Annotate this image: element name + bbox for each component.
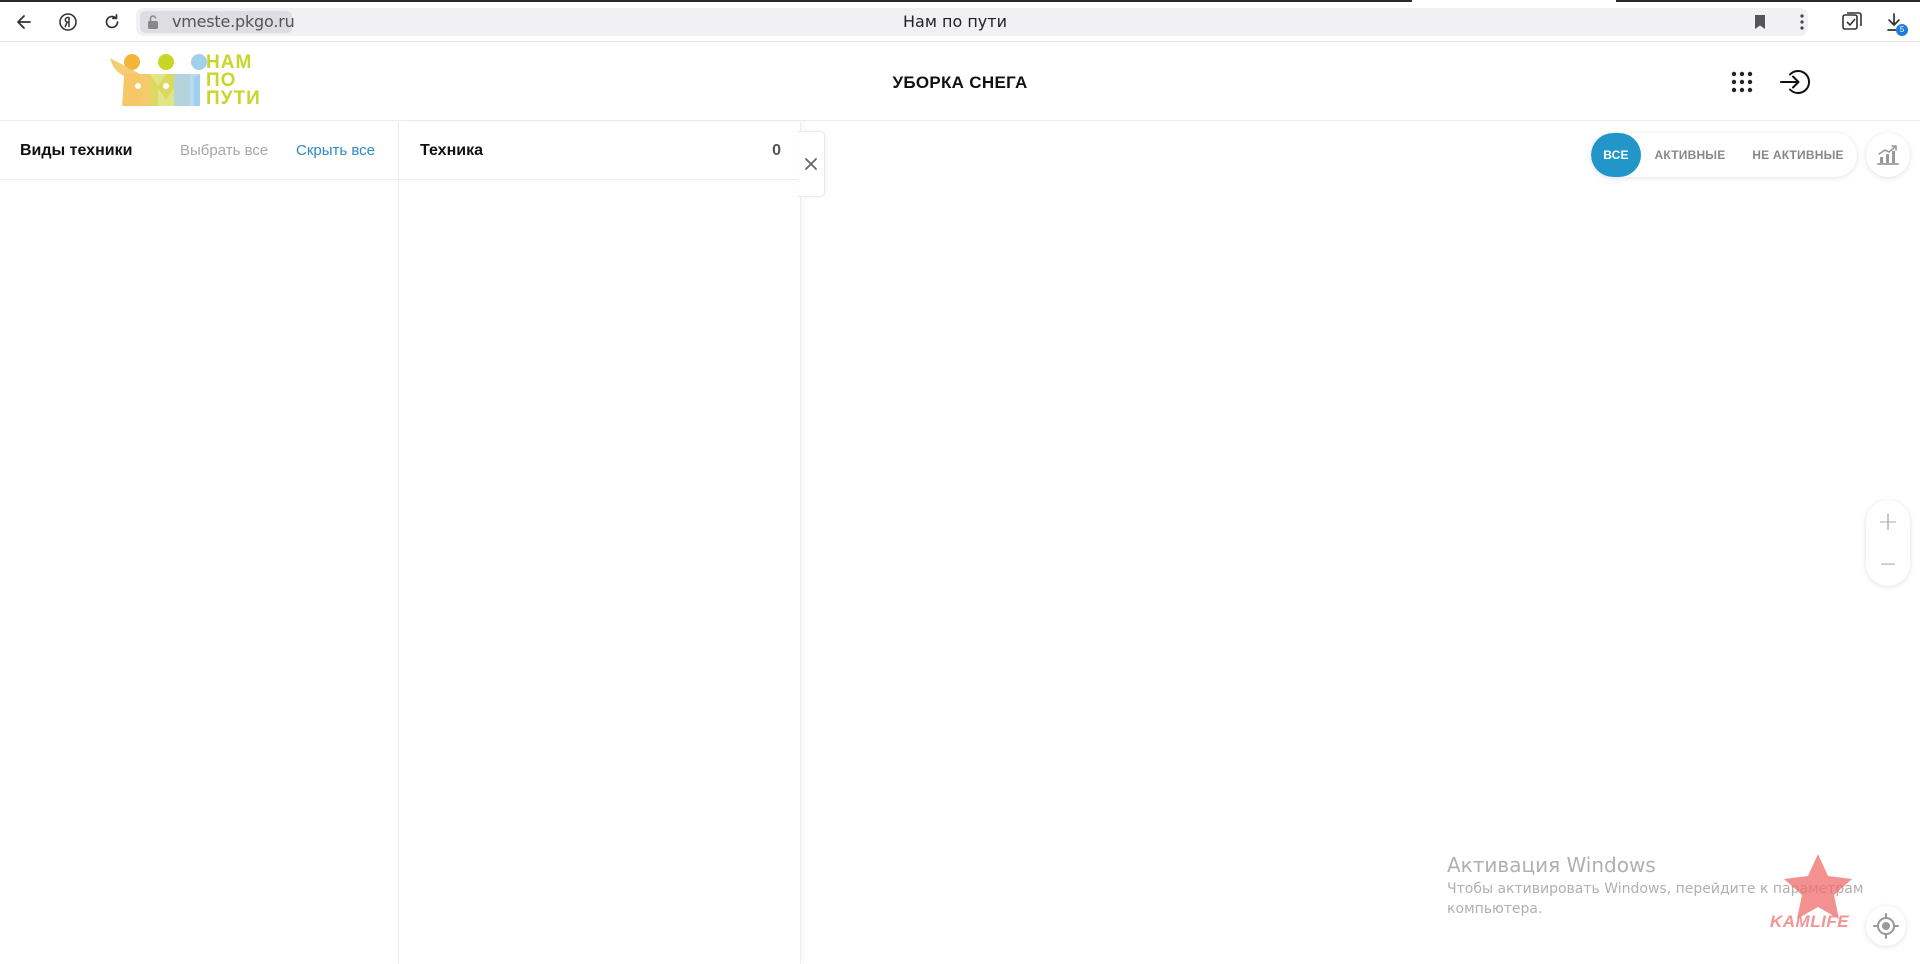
apps-grid-icon[interactable]: [1730, 70, 1754, 94]
reload-icon: [105, 13, 119, 29]
filter-all-button[interactable]: ВСЕ: [1591, 133, 1641, 177]
windows-activation-title: Активация Windows: [1447, 853, 1656, 877]
back-button[interactable]: [10, 8, 38, 36]
url-text[interactable]: vmeste.pkgo.ru: [172, 12, 295, 31]
equipment-types-title: Виды техники: [20, 142, 133, 159]
close-icon: [805, 158, 817, 170]
geolocation-button[interactable]: [1866, 906, 1906, 946]
login-icon[interactable]: [1778, 66, 1810, 98]
statistics-button[interactable]: [1866, 133, 1910, 177]
reload-button[interactable]: [98, 8, 126, 36]
more-vertical-icon: [1800, 14, 1804, 30]
zoom-out-button[interactable]: −: [1866, 544, 1910, 584]
bookmark-button[interactable]: [1748, 10, 1772, 34]
equipment-panel: Техника 0: [399, 122, 801, 964]
status-filter: ВСЕ АКТИВНЫЕ НЕ АКТИВНЫЕ: [1591, 133, 1857, 177]
equipment-count: 0: [772, 142, 781, 159]
hide-all-button[interactable]: Скрыть все: [296, 142, 375, 159]
yandex-icon: [59, 13, 77, 31]
close-panel-button[interactable]: [798, 131, 825, 197]
menu-button[interactable]: [1790, 10, 1814, 34]
zoom-control: + −: [1866, 500, 1910, 586]
filter-inactive-button[interactable]: НЕ АКТИВНЫЕ: [1739, 133, 1857, 177]
panel-header: Виды техники Выбрать все Скрыть все: [0, 122, 399, 180]
yandex-button[interactable]: [54, 8, 82, 36]
arrow-left-icon: [17, 15, 31, 29]
chart-growth-icon: [1877, 145, 1899, 165]
collections-button[interactable]: [1840, 10, 1864, 34]
page-title: УБОРКА СНЕГА: [892, 73, 1028, 92]
kamlife-watermark: KAMLIFE: [1770, 912, 1850, 931]
collections-icon: [1842, 12, 1862, 30]
equipment-types-panel: Виды техники Выбрать все Скрыть все: [0, 122, 399, 964]
bookmark-icon: [1755, 15, 1765, 29]
filter-active-button[interactable]: АКТИВНЫЕ: [1641, 133, 1739, 177]
locate-icon: [1873, 913, 1899, 939]
select-all-button[interactable]: Выбрать все: [180, 142, 268, 159]
panel-header: Техника 0: [399, 122, 801, 180]
equipment-title: Техника: [420, 142, 483, 159]
address-bar[interactable]: [136, 8, 1808, 36]
tab-strip-line: [0, 0, 1920, 2]
zoom-in-button[interactable]: +: [1866, 502, 1910, 542]
download-count-badge: 5: [1896, 24, 1908, 36]
unlock-icon: [148, 15, 158, 29]
